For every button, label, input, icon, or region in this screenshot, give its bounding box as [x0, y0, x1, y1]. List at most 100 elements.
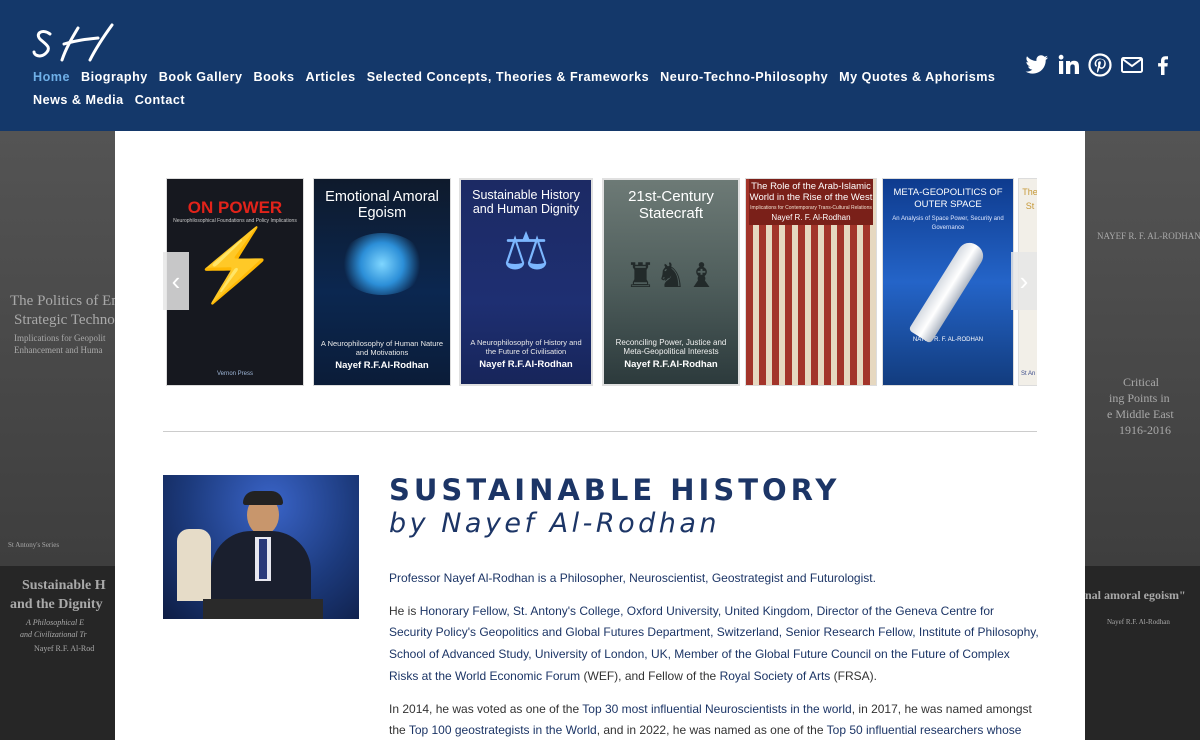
bg-text: and Civilizational Tr	[20, 630, 87, 639]
bg-text: St Antony's Series	[8, 541, 60, 549]
bio-researchers-link[interactable]: Top 50 influential researchers whose	[827, 723, 1022, 737]
book-subtitle: Implications for Contemporary Trans-Cult…	[750, 205, 872, 211]
carousel-prev-button[interactable]: ‹	[163, 252, 189, 310]
background-book-right-bottom: nal amoral egoism" Nayef R.F. Al-Rodhan	[1085, 566, 1200, 740]
nav-articles[interactable]: Articles	[305, 70, 355, 84]
linkedin-icon[interactable]	[1056, 52, 1082, 78]
book-title: ON POWER	[187, 198, 283, 217]
book-subtitle: A Neurophilosophy of Human Nature and Mo…	[320, 339, 444, 357]
nav-news-media[interactable]: News & Media	[33, 93, 124, 107]
page-subtitle: by Nayef Al-Rodhan	[389, 508, 721, 539]
biography-text: Professor Nayef Al-Rodhan is a Philosoph…	[389, 568, 1039, 740]
bg-text: nal amoral egoism"	[1085, 588, 1186, 602]
bio-text: , and in 2022, he was named as one of th…	[596, 723, 827, 738]
nav-biography[interactable]: Biography	[81, 70, 148, 84]
book-title-panel: The Role of the Arab-Islamic World in th…	[749, 179, 873, 225]
rocket-image	[908, 238, 988, 344]
background-right: NAYEF R. F. AL-RODHAN Critical ing Point…	[1085, 131, 1200, 740]
bio-paragraph-3: In 2014, he was voted as one of the Top …	[389, 699, 1039, 740]
social-links	[1024, 52, 1182, 78]
carousel-next-button[interactable]: ›	[1011, 252, 1037, 310]
book-cover-meta-geopolitics[interactable]: META-GEOPOLITICS OF OUTER SPACE An Analy…	[882, 178, 1014, 386]
photo-chair	[177, 529, 211, 601]
book-cover-sustainable-history[interactable]: Sustainable History and Human Dignity ⚖ …	[459, 178, 593, 386]
site-header: Home Biography Book Gallery Books Articl…	[0, 0, 1200, 131]
book-cover-arab-islamic-world[interactable]: The Role of the Arab-Islamic World in th…	[745, 178, 877, 386]
book-cover-emotional-amoral-egoism[interactable]: Emotional Amoral Egoism A Neurophilosoph…	[313, 178, 451, 386]
nav-books[interactable]: Books	[253, 70, 294, 84]
book-author: Nayef R.F.Al-Rodhan	[479, 359, 573, 370]
book-subtitle: Neurophilosophical Foundations and Polic…	[173, 218, 297, 224]
book-title: The St	[1022, 187, 1037, 211]
bg-text: The Politics of Em	[10, 293, 115, 309]
nav-row-1: Home Biography Book Gallery Books Articl…	[33, 66, 995, 87]
bg-text: Nayef R.F. Al-Rod	[34, 644, 95, 653]
bg-text: Nayef R.F. Al-Rodhan	[1107, 618, 1170, 626]
nav-neuro-techno-philosophy[interactable]: Neuro-Techno-Philosophy	[660, 70, 828, 84]
book-title: Emotional Amoral Egoism	[325, 189, 439, 221]
book-subtitle: Reconciling Power, Justice and Meta-Geop…	[615, 338, 727, 356]
photo-desk	[203, 599, 323, 619]
nav-book-gallery[interactable]: Book Gallery	[159, 70, 243, 84]
bio-text: He is	[389, 603, 420, 618]
nav-row-2: News & Media Contact	[33, 89, 993, 110]
book-carousel: ON POWER Neurophilosophical Foundations …	[163, 178, 1037, 390]
photo-hair	[243, 491, 283, 505]
section-divider	[163, 431, 1037, 432]
facebook-icon[interactable]	[1150, 52, 1176, 78]
background-book-left-top: The Politics of Em Strategic Techno Impl…	[0, 131, 115, 566]
background-book-right-top: NAYEF R. F. AL-RODHAN Critical ing Point…	[1085, 131, 1200, 566]
background-book-left-bottom: Sustainable H and the Dignity A Philosop…	[0, 566, 115, 740]
bg-text: Implications for Geopolit	[14, 333, 106, 343]
book-author: St An	[1021, 371, 1036, 377]
background-left: The Politics of Em Strategic Techno Impl…	[0, 131, 115, 740]
chess-icon: ♜♞♝	[625, 257, 717, 295]
site-logo[interactable]	[32, 22, 114, 64]
bg-text: 1916-2016	[1119, 423, 1171, 437]
book-title: 21st-Century Statecraft	[628, 188, 714, 222]
book-cover-21st-century-statecraft[interactable]: 21st-Century Statecraft ♜♞♝ Reconciling …	[602, 178, 740, 386]
bg-text: e Middle East	[1107, 407, 1174, 421]
book-subtitle: An Analysis of Space Power, Security and…	[892, 216, 1004, 231]
bio-neuroscientists-link[interactable]: Top 30 most influential Neuroscientists …	[582, 702, 851, 716]
book-author: Nayef R.F.Al-Rodhan	[624, 359, 718, 370]
book-title: The Role of the Arab-Islamic World in th…	[749, 181, 873, 203]
author-photo	[163, 475, 359, 619]
pinterest-icon[interactable]	[1087, 52, 1113, 78]
bg-text: Sustainable H	[22, 578, 106, 593]
book-title: Sustainable History and Human Dignity	[472, 188, 580, 216]
nav-contact[interactable]: Contact	[135, 93, 185, 107]
bg-text: ing Points in	[1109, 391, 1170, 405]
bg-text: Strategic Techno	[14, 312, 115, 328]
nav-selected-concepts[interactable]: Selected Concepts, Theories & Frameworks	[367, 70, 649, 84]
photo-tie	[259, 539, 267, 579]
book-subtitle: A Neurophilosophy of History and the Fut…	[470, 338, 582, 356]
bio-text: In 2014, he was voted as one of the	[389, 701, 583, 716]
bg-text: and the Dignity	[10, 597, 103, 612]
brain-image	[339, 233, 425, 295]
bg-text: Enhancement and Huma	[14, 345, 103, 355]
page-title: SUSTAINABLE HISTORY	[389, 473, 841, 507]
bg-text: A Philosophical E	[26, 618, 85, 627]
bio-text: (WEF), and Fellow of the	[580, 668, 720, 683]
bio-paragraph-2: He is Honorary Fellow, St. Antony's Coll…	[389, 601, 1039, 688]
email-icon[interactable]	[1119, 52, 1145, 78]
twitter-icon[interactable]	[1024, 52, 1050, 78]
scales-icon: ⚖	[502, 223, 550, 281]
bio-geostrategists-link[interactable]: Top 100 geostrategists in the World	[409, 723, 597, 737]
book-title: META-GEOPOLITICS OF OUTER SPACE	[893, 187, 1003, 210]
bio-paragraph-1: Professor Nayef Al-Rodhan is a Philosoph…	[389, 571, 876, 585]
book-author: Nayef R.F.Al-Rodhan	[335, 360, 429, 371]
logo-mark	[32, 23, 114, 62]
bio-text: (FRSA).	[830, 668, 877, 683]
book-publisher: Vernon Press	[216, 371, 254, 377]
main-content: ON POWER Neurophilosophical Foundations …	[115, 131, 1085, 740]
bg-text: Critical	[1123, 375, 1159, 389]
main-navigation: Home Biography Book Gallery Books Articl…	[33, 66, 995, 112]
nav-home[interactable]: Home	[33, 70, 70, 84]
lightning-icon: ⚡	[191, 226, 279, 304]
bg-text: NAYEF R. F. AL-RODHAN	[1097, 231, 1200, 241]
nav-quotes-aphorisms[interactable]: My Quotes & Aphorisms	[839, 70, 995, 84]
book-author: Nayef R. F. Al-Rodhan	[771, 213, 851, 222]
bio-rsa-link[interactable]: Royal Society of Arts	[720, 669, 831, 683]
